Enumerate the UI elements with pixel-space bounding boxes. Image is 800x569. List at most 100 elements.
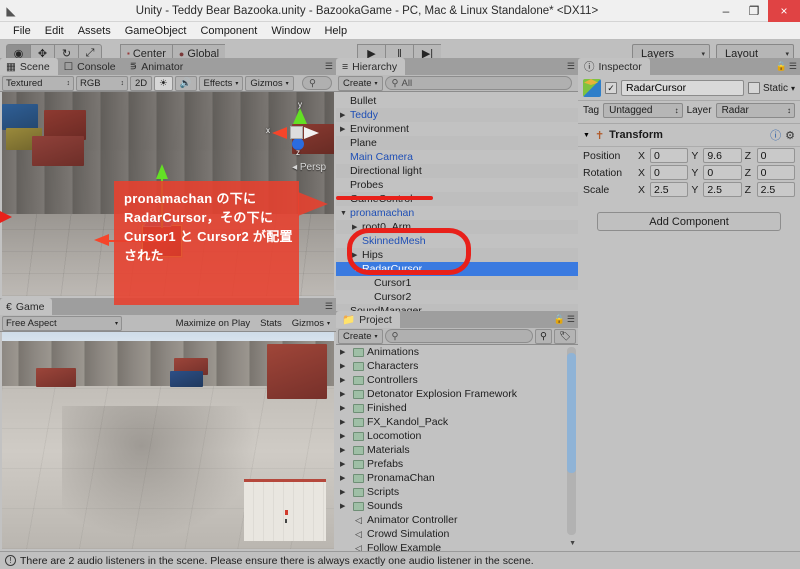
transform-component-header[interactable]: ▼ ✝ Transform ⓘ ⚙ (578, 124, 800, 147)
project-item[interactable]: ▶ Prefabs (336, 457, 578, 471)
gizmo-y-arrow[interactable] (293, 108, 307, 124)
panel-menu-icon[interactable]: ☰ (325, 301, 333, 312)
hierarchy-item[interactable]: Plane (336, 136, 578, 150)
project-item[interactable]: ▶ FX_Kandol_Pack (336, 415, 578, 429)
menu-help[interactable]: Help (317, 24, 354, 38)
tab-console[interactable]: ☐ Console (58, 58, 124, 75)
project-scrollbar-thumb[interactable] (567, 353, 576, 473)
project-item[interactable]: ▶ Detonator Explosion Framework (336, 387, 578, 401)
project-item[interactable]: ▶ Materials (336, 443, 578, 457)
scale-y-field[interactable]: 2.5 (703, 182, 742, 197)
panel-menu-icon[interactable]: ☰ (567, 314, 575, 325)
gizmo-center[interactable] (290, 126, 303, 139)
project-item[interactable]: ▶ Scripts (336, 485, 578, 499)
project-create-button[interactable]: Create ▾ (338, 328, 383, 344)
foldout-open-icon[interactable]: ▼ (340, 210, 350, 217)
color-mode-dropdown[interactable]: RGB ↕ (76, 75, 128, 91)
rotation-z-field[interactable]: 0 (756, 165, 795, 180)
tab-animator[interactable]: ⋾ Animator (124, 58, 192, 75)
menu-window[interactable]: Window (264, 24, 317, 38)
foldout-closed-icon[interactable]: ▶ (340, 390, 350, 398)
foldout-closed-icon[interactable]: ▶ (340, 125, 350, 133)
foldout-closed-icon[interactable]: ▶ (340, 474, 350, 482)
menu-edit[interactable]: Edit (38, 24, 71, 38)
foldout-closed-icon[interactable]: ▶ (340, 502, 350, 510)
foldout-closed-icon[interactable]: ▶ (340, 362, 350, 370)
aspect-dropdown[interactable]: Free Aspect ▾ (2, 315, 122, 331)
rotation-y-field[interactable]: 0 (703, 165, 742, 180)
foldout-closed-icon[interactable]: ▶ (340, 488, 350, 496)
project-item[interactable]: ▶ Sounds (336, 499, 578, 513)
maximize-on-play-toggle[interactable]: Maximize on Play (172, 316, 254, 331)
label-filter-icon[interactable]: 🏷 (553, 328, 576, 344)
scale-x-field[interactable]: 2.5 (650, 182, 689, 197)
rotation-x-field[interactable]: 0 (650, 165, 689, 180)
gizmos-dropdown[interactable]: Gizmos ▾ (245, 75, 294, 91)
foldout-closed-icon[interactable]: ▶ (340, 111, 350, 119)
hierarchy-item[interactable]: ▶ Teddy (336, 108, 578, 122)
audio-toggle[interactable]: 🔊 (174, 75, 197, 91)
game-viewport[interactable] (2, 332, 334, 549)
position-z-field[interactable]: 0 (756, 148, 795, 163)
project-item[interactable]: ▶ Characters (336, 359, 578, 373)
hierarchy-item[interactable]: Cursor2 (336, 290, 578, 304)
game-gizmos-dropdown[interactable]: Gizmos ▾ (288, 316, 334, 331)
foldout-closed-icon[interactable]: ▶ (340, 348, 350, 356)
project-item[interactable]: ▶ Locomotion (336, 429, 578, 443)
gizmo-negx-arrow[interactable] (304, 127, 319, 139)
tab-game[interactable]: € Game (0, 298, 53, 315)
foldout-closed-icon[interactable]: ▶ (340, 432, 350, 440)
stats-toggle[interactable]: Stats (256, 316, 286, 331)
panel-menu-icon[interactable]: ☰ (567, 61, 575, 72)
menu-gameobject[interactable]: GameObject (118, 24, 194, 38)
foldout-closed-icon[interactable]: ▶ (340, 460, 350, 468)
gizmo-x-arrow[interactable] (272, 127, 287, 139)
status-bar[interactable]: ! There are 2 audio listeners in the sce… (0, 551, 800, 569)
hierarchy-item[interactable]: SoundManager (336, 304, 578, 311)
minimize-button[interactable]: – (712, 0, 740, 22)
scroll-down-arrow[interactable]: ▼ (569, 540, 576, 547)
hierarchy-item[interactable]: Main Camera (336, 150, 578, 164)
hierarchy-item[interactable]: ▼ pronamachan (336, 206, 578, 220)
hierarchy-search-input[interactable]: ⚲ All (384, 76, 572, 90)
hierarchy-tree[interactable]: Bullet ▶ Teddy ▶ Environment Plane Main Camera… (336, 92, 578, 311)
scale-z-field[interactable]: 2.5 (756, 182, 795, 197)
effects-dropdown[interactable]: Effects ▾ (198, 75, 244, 91)
tab-inspector[interactable]: ⓘ Inspector (578, 58, 650, 75)
lighting-toggle[interactable]: ☀ (154, 75, 173, 91)
tag-dropdown[interactable]: Untagged ↕ (603, 103, 683, 118)
help-icon[interactable]: ⓘ (770, 127, 781, 143)
project-item[interactable]: ▶ Finished (336, 401, 578, 415)
chevron-down-icon[interactable]: ▾ (791, 84, 795, 93)
project-item[interactable]: ▶ Animations (336, 345, 578, 359)
project-scrollbar[interactable] (567, 347, 576, 535)
position-y-field[interactable]: 9.6 (703, 148, 742, 163)
draw-mode-dropdown[interactable]: Textured ↕ (2, 75, 74, 91)
hierarchy-item[interactable]: Cursor1 (336, 276, 578, 290)
layer-dropdown[interactable]: Radar ↕ (715, 103, 796, 118)
panel-menu-icon[interactable]: ☰ (789, 61, 797, 72)
menu-file[interactable]: File (6, 24, 38, 38)
foldout-closed-icon[interactable]: ▶ (340, 376, 350, 384)
foldout-icon[interactable]: ▼ (583, 132, 590, 139)
hierarchy-item[interactable]: Probes (336, 178, 578, 192)
inspector-header-icons[interactable]: 🔒 ☰ (776, 61, 797, 72)
lock-icon[interactable]: 🔒 (776, 61, 787, 72)
project-header-icons[interactable]: 🔒 ☰ (554, 314, 575, 325)
project-item[interactable]: ◁ Follow Example (336, 541, 578, 551)
type-filter-icon[interactable]: ⚲ (534, 328, 552, 344)
hierarchy-item[interactable]: Bullet (336, 94, 578, 108)
hierarchy-item[interactable]: Directional light (336, 164, 578, 178)
object-name-field[interactable]: RadarCursor (621, 80, 744, 96)
project-item[interactable]: ◁ Animator Controller (336, 513, 578, 527)
gear-icon[interactable]: ⚙ (785, 129, 795, 142)
tab-scene[interactable]: ▦ Scene (0, 58, 58, 75)
foldout-closed-icon[interactable]: ▶ (340, 418, 350, 426)
project-asset-list[interactable]: ▶ Animations ▶ Characters ▶ Controllers ▶ Deton… (336, 345, 578, 551)
position-x-field[interactable]: 0 (650, 148, 689, 163)
perspective-label[interactable]: ◂ Persp (292, 162, 326, 173)
static-checkbox[interactable] (747, 82, 760, 94)
foldout-closed-icon[interactable]: ▶ (340, 446, 350, 454)
enabled-checkbox[interactable]: ✓ (605, 82, 617, 94)
toggle-2d-button[interactable]: 2D (130, 75, 153, 91)
